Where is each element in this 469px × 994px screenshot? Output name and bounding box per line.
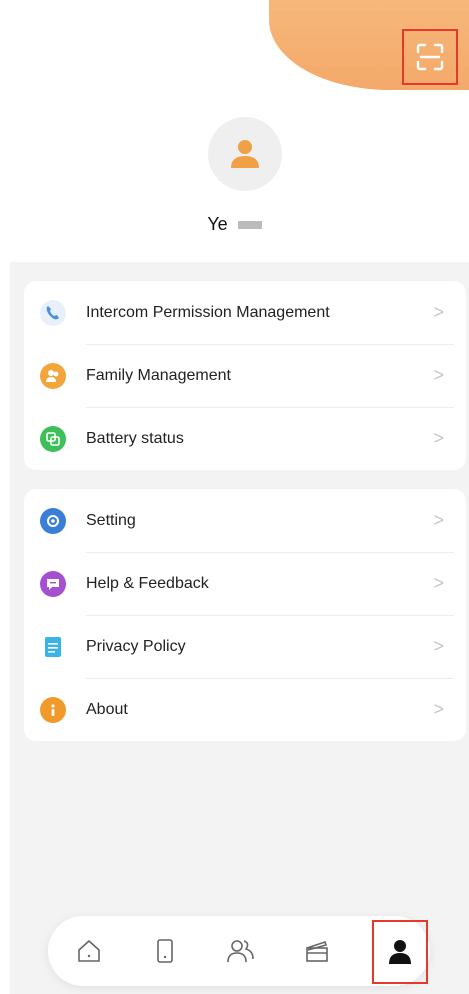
avatar[interactable] xyxy=(208,117,282,191)
menu-item-privacy-policy[interactable]: Privacy Policy > xyxy=(24,615,466,678)
person-icon xyxy=(231,140,259,168)
menu-card-1: Intercom Permission Management > Family … xyxy=(24,281,466,470)
family-icon xyxy=(40,362,66,389)
tab-media[interactable] xyxy=(289,916,345,986)
menu-item-family-management[interactable]: Family Management > xyxy=(24,344,466,407)
tab-home[interactable] xyxy=(61,916,117,986)
menu-item-label: Setting xyxy=(86,511,136,529)
clapperboard-icon xyxy=(306,940,328,962)
scan-button[interactable] xyxy=(402,29,458,85)
chevron-right-icon: > xyxy=(433,573,444,593)
tab-device[interactable] xyxy=(137,916,193,986)
home-icon xyxy=(78,940,100,962)
battery-icon xyxy=(40,425,66,452)
intercom-icon xyxy=(40,299,66,326)
menu-item-help-feedback[interactable]: Help & Feedback > xyxy=(24,552,466,615)
contacts-icon xyxy=(227,940,254,963)
user-name-text: Ye xyxy=(207,214,228,234)
info-icon xyxy=(40,696,66,723)
profile-icon xyxy=(389,940,411,964)
chevron-right-icon: > xyxy=(433,302,444,322)
menu-item-label: Intercom Permission Management xyxy=(86,303,330,321)
menu-item-intercom-permission[interactable]: Intercom Permission Management > xyxy=(24,281,466,344)
menu-item-about[interactable]: About > xyxy=(24,678,466,741)
chevron-right-icon: > xyxy=(433,510,444,530)
menu-item-label: About xyxy=(86,700,128,718)
chevron-right-icon: > xyxy=(433,428,444,448)
menu-item-battery-status[interactable]: Battery status > xyxy=(24,407,466,470)
tab-contacts[interactable] xyxy=(213,916,269,986)
menu-card-2: Setting > Help & Feedback > Privacy Poli… xyxy=(24,489,466,741)
menu-item-label: Family Management xyxy=(86,366,231,384)
scan-icon xyxy=(416,43,444,71)
redacted-name xyxy=(237,221,262,230)
user-name: Ye xyxy=(0,214,469,235)
menu-item-label: Battery status xyxy=(86,429,184,447)
device-icon xyxy=(157,939,173,963)
chevron-right-icon: > xyxy=(433,699,444,719)
document-icon xyxy=(40,634,66,660)
menu-item-setting[interactable]: Setting > xyxy=(24,489,466,552)
tab-profile[interactable] xyxy=(372,920,428,984)
chevron-right-icon: > xyxy=(433,365,444,385)
bottom-tab-bar xyxy=(48,916,430,986)
menu-item-label: Help & Feedback xyxy=(86,574,209,592)
feedback-icon xyxy=(40,570,66,597)
settings-icon xyxy=(40,507,66,534)
menu-item-label: Privacy Policy xyxy=(86,637,186,655)
chevron-right-icon: > xyxy=(433,636,444,656)
